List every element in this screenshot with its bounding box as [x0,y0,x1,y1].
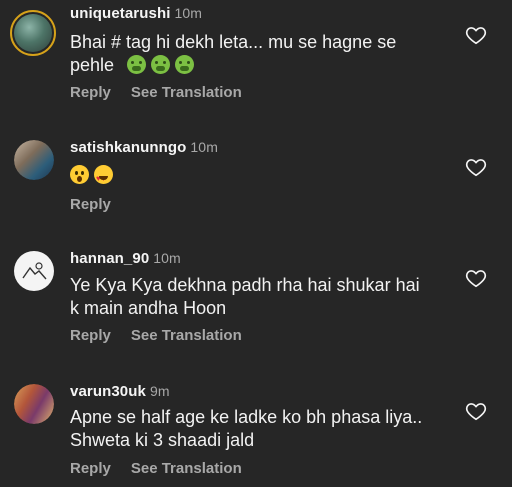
comment-actions: Reply See Translation [70,84,242,101]
comment-text-line: Ye Kya Kya dekhna padh rha hai shukar ha… [70,275,420,295]
heart-outline-icon[interactable] [465,24,487,46]
comment-timestamp: 10m [174,5,203,21]
comment-actions: Reply See Translation [70,460,242,477]
see-translation-button[interactable]: See Translation [131,327,242,344]
comment-text-line: Bhai # tag hi dekh leta... mu se hagne s… [70,32,397,52]
avatar[interactable] [10,10,56,56]
comment-text: Ye Kya Kya dekhna padh rha hai shukar ha… [70,274,450,320]
comment-header: hannan_90 10m [70,250,181,267]
heart-outline-icon[interactable] [465,400,487,422]
comment-text-line: Apne se half age ke ladke ko bh phasa li… [70,407,423,427]
reply-button[interactable]: Reply [70,327,111,344]
comment-timestamp: 10m [190,139,218,155]
nauseated-face-icon [175,55,195,74]
comment-header: satishkanunngo 10m [70,139,218,156]
heart-outline-icon[interactable] [465,156,487,178]
comment-timestamp: 10m [153,250,181,266]
comment-text: Apne se half age ke ladke ko bh phasa li… [70,406,450,452]
avatar[interactable] [14,140,54,180]
comment-username[interactable]: satishkanunngo [70,139,186,156]
comment-text-line: pehle [70,55,115,75]
reply-button[interactable]: Reply [70,84,111,101]
comment-username[interactable]: uniquetarushi [70,5,170,22]
sketch-avatar-icon [22,262,47,280]
comment-list: uniquetarushi 10m Bhai # tag hi dekh leta… [0,0,512,487]
nauseated-face-icon [151,55,171,74]
comment-actions: Reply [70,196,111,213]
comment-text-line: k main andha Hoon [70,298,227,318]
comment-text-line: Shweta ki 3 shaadi jald [70,430,255,450]
see-translation-button[interactable]: See Translation [131,84,242,101]
nauseated-face-icon [127,55,147,74]
see-translation-button[interactable]: See Translation [131,460,242,477]
comment-header: varun30uk 9m [70,383,170,400]
comment-username[interactable]: hannan_90 [70,250,149,267]
avatar[interactable] [14,384,54,424]
comment-header: uniquetarushi 10m [70,5,202,22]
heart-outline-icon[interactable] [465,267,487,289]
comment-text: Bhai # tag hi dekh leta... mu se hagne s… [70,31,450,77]
comment-actions: Reply See Translation [70,327,242,344]
astonished-face-icon [70,165,89,184]
comment-text [70,164,450,190]
reply-button[interactable]: Reply [70,196,111,213]
comment-username[interactable]: varun30uk [70,383,146,400]
comment-timestamp: 9m [149,383,170,399]
heart-eyes-face-icon [94,165,113,190]
reply-button[interactable]: Reply [70,460,111,477]
avatar[interactable] [14,251,54,291]
